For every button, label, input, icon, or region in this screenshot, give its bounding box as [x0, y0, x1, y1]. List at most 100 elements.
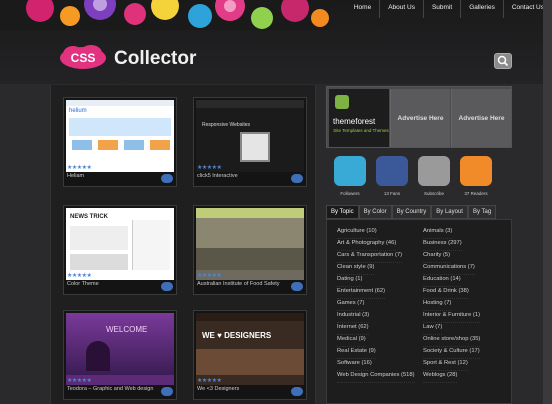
advertisement-box: themeforest Site Templates and Themes Ad… [326, 86, 512, 148]
topic-link[interactable]: Web Design Companies (518) [337, 372, 415, 383]
gallery-card[interactable]: helium ★★★★★ Heliam [63, 97, 177, 187]
advertise-slot[interactable]: Advertise Here [451, 89, 511, 147]
rss-icon [460, 156, 492, 186]
social-label: 13 Fans [383, 191, 401, 196]
gallery-card[interactable]: WE ♥ DESIGNERS ★★★★★ We <3 Designers [193, 310, 307, 400]
facebook-icon [376, 156, 408, 186]
site-thumbnail[interactable]: NEWS TRICK [66, 208, 174, 280]
social-label: Subscribe [423, 191, 444, 196]
gallery-card[interactable]: WELCOME ★★★★★ Teodora – Graphic and Web … [63, 310, 177, 400]
topic-link[interactable]: Sport & Rest (12) [423, 360, 468, 371]
zoom-icon[interactable] [161, 387, 173, 396]
topic-link[interactable]: Medical (9) [337, 336, 366, 347]
topic-link[interactable]: Food & Drink (38) [423, 288, 469, 299]
thumb-text: WE ♥ DESIGNERS [202, 331, 272, 340]
zoom-icon[interactable] [291, 174, 303, 183]
social-twitter[interactable]: Followers [332, 156, 368, 196]
themeforest-title: themeforest [333, 117, 376, 126]
rating-stars: ★★★★★ [67, 165, 92, 171]
nav-submit[interactable]: Submit [422, 0, 460, 18]
rating-stars: ★★★★★ [197, 378, 222, 384]
card-title[interactable]: click5 Interactive [197, 173, 238, 179]
site-header: Home About Us Submit Galleries Contact U… [0, 0, 552, 84]
rating-stars: ★★★★★ [67, 378, 92, 384]
site-title[interactable]: Collector [114, 48, 196, 70]
tab-by-tag[interactable]: By Tag [467, 205, 497, 219]
tab-by-layout[interactable]: By Layout [431, 205, 468, 219]
topic-link[interactable]: Weblogs (28) [423, 372, 458, 383]
topic-link[interactable]: Entertainment (62) [337, 288, 386, 299]
thumb-text: WELCOME [106, 325, 148, 334]
logo-cloud-icon[interactable]: CSS [58, 44, 108, 70]
topic-link[interactable]: Law (7) [423, 324, 443, 335]
advertise-here-text: Advertise Here [397, 115, 444, 122]
thumb-text: NEWS TRICK [70, 214, 108, 220]
top-navigation: Home About Us Submit Galleries Contact U… [346, 0, 552, 18]
advertise-here-text: Advertise Here [458, 115, 505, 122]
topic-link[interactable]: Real Estate (9) [337, 348, 376, 359]
twitter-icon [334, 156, 366, 186]
topic-link[interactable]: Industrial (3) [337, 312, 370, 323]
site-thumbnail[interactable] [196, 208, 304, 280]
site-thumbnail[interactable]: Responsive Websites [196, 100, 304, 172]
social-label: 37 Readers [464, 191, 488, 196]
topic-link[interactable]: Business (297) [423, 240, 462, 251]
thumb-text: Responsive Websites [202, 122, 250, 128]
topic-link[interactable]: Society & Culture (17) [423, 348, 480, 359]
topic-link[interactable]: Animals (3) [423, 228, 453, 239]
topic-link[interactable]: Online store/shop (35) [423, 336, 481, 347]
rating-stars: ★★★★★ [197, 165, 222, 171]
zoom-icon[interactable] [291, 282, 303, 291]
social-label: Followers [340, 191, 360, 196]
social-email[interactable]: Subscribe [416, 156, 452, 196]
tab-by-topic[interactable]: By Topic [326, 205, 359, 219]
topic-link[interactable]: Games (7) [337, 300, 365, 311]
gallery-card[interactable]: ★★★★★ Australian Institute of Food Safet… [193, 205, 307, 295]
tab-by-color[interactable]: By Color [358, 205, 392, 219]
gallery-card[interactable]: Responsive Websites ★★★★★ click5 Interac… [193, 97, 307, 187]
site-thumbnail[interactable]: WE ♥ DESIGNERS [196, 313, 304, 385]
category-tabs: By Topic By Color By Country By Layout B… [326, 205, 512, 219]
gallery-panel: helium ★★★★★ Heliam Responsive Websites … [50, 85, 316, 404]
topic-link[interactable]: Internet (62) [337, 324, 369, 335]
tab-by-country[interactable]: By Country [391, 205, 432, 219]
card-title[interactable]: Teodora – Graphic and Web design [67, 386, 153, 392]
advertise-slot[interactable]: Advertise Here [390, 89, 450, 147]
rating-stars: ★★★★★ [197, 273, 222, 279]
site-thumbnail[interactable]: helium [66, 100, 174, 172]
themeforest-ad[interactable]: themeforest Site Templates and Themes [329, 89, 389, 147]
topic-link[interactable]: Communications (7) [423, 264, 475, 275]
topic-link[interactable]: Software (16) [337, 360, 372, 371]
topics-list: Agriculture (10) Art & Photography (46) … [326, 219, 512, 404]
social-facebook[interactable]: 13 Fans [374, 156, 410, 196]
card-title[interactable]: We <3 Designers [197, 386, 239, 392]
page-scrollbar[interactable] [543, 0, 552, 404]
zoom-icon[interactable] [291, 387, 303, 396]
topic-link[interactable]: Clean style (9) [337, 264, 375, 275]
topic-link[interactable]: Education (14) [423, 276, 461, 287]
nav-home[interactable]: Home [346, 0, 379, 18]
nav-galleries[interactable]: Galleries [460, 0, 503, 18]
gallery-card[interactable]: NEWS TRICK ★★★★★ Color Theme [63, 205, 177, 295]
card-title[interactable]: Australian Institute of Food Safety [197, 281, 280, 287]
topic-link[interactable]: Agriculture (10) [337, 228, 377, 239]
topic-link[interactable]: Dating (1) [337, 276, 363, 287]
topic-link[interactable]: Interior & Furniture (1) [423, 312, 481, 323]
nav-about-us[interactable]: About Us [379, 0, 423, 18]
site-thumbnail[interactable]: WELCOME [66, 313, 174, 385]
topic-link[interactable]: Cars & Transportation (7) [337, 252, 403, 263]
decorative-swirl-banner [0, 0, 330, 30]
zoom-icon[interactable] [161, 174, 173, 183]
search-icon [497, 55, 509, 67]
topic-link[interactable]: Art & Photography (46) [337, 240, 397, 251]
themeforest-subtitle: Site Templates and Themes [333, 128, 389, 133]
search-button[interactable] [494, 53, 512, 69]
rating-stars: ★★★★★ [67, 273, 92, 279]
topic-link[interactable]: Hosting (7) [423, 300, 452, 311]
topic-link[interactable]: Charity (5) [423, 252, 451, 263]
social-rss[interactable]: 37 Readers [458, 156, 494, 196]
zoom-icon[interactable] [161, 282, 173, 291]
card-title[interactable]: Color Theme [67, 281, 99, 287]
card-title[interactable]: Heliam [67, 173, 84, 179]
logo-badge-text: CSS [71, 51, 96, 65]
